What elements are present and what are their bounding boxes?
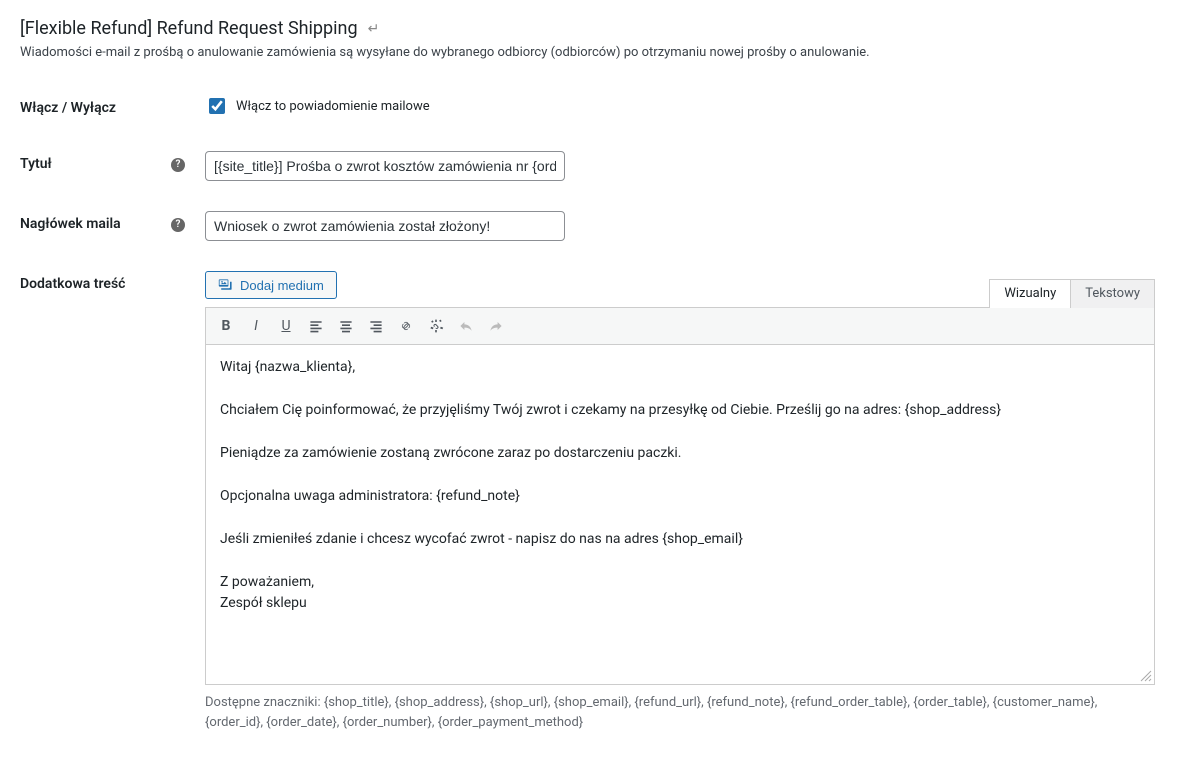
back-link-icon[interactable]: ↵ bbox=[368, 21, 380, 37]
tab-text[interactable]: Tekstowy bbox=[1070, 280, 1154, 308]
resize-handle-icon[interactable] bbox=[1140, 670, 1152, 682]
undo-button[interactable] bbox=[454, 314, 478, 338]
available-tokens: Dostępne znaczniki: {shop_title}, {shop_… bbox=[205, 693, 1155, 732]
tab-visual[interactable]: Wizualny bbox=[990, 280, 1070, 308]
editor-toolbar: B I U bbox=[205, 307, 1155, 345]
help-icon[interactable]: ? bbox=[171, 158, 185, 172]
editor-p2: Chciałem Cię poinformować, że przyjęliśm… bbox=[220, 400, 1140, 421]
align-right-button[interactable] bbox=[364, 314, 388, 338]
enable-checkbox[interactable] bbox=[209, 98, 225, 114]
page-title-text: [Flexible Refund] Refund Request Shippin… bbox=[20, 18, 358, 39]
redo-button[interactable] bbox=[484, 314, 508, 338]
media-icon bbox=[218, 277, 234, 293]
editor-p5: Jeśli zmieniłeś zdanie i chcesz wycofać … bbox=[220, 529, 1140, 550]
unlink-button[interactable] bbox=[424, 314, 448, 338]
editor-wrap: Dodaj medium Wizualny Tekstowy B I U bbox=[205, 271, 1155, 732]
heading-label: Nagłówek maila bbox=[20, 216, 121, 232]
page-title: [Flexible Refund] Refund Request Shippin… bbox=[20, 18, 1165, 39]
editor-content[interactable]: Witaj {nazwa_klienta}, Chciałem Cię poin… bbox=[205, 345, 1155, 685]
align-center-button[interactable] bbox=[334, 314, 358, 338]
editor-p4: Opcjonalna uwaga administratora: {refund… bbox=[220, 486, 1140, 507]
underline-button[interactable]: U bbox=[274, 314, 298, 338]
italic-button[interactable]: I bbox=[244, 314, 268, 338]
editor-p6a: Z poważaniem, bbox=[220, 574, 314, 590]
content-label: Dodatkowa treść bbox=[20, 256, 195, 747]
align-left-button[interactable] bbox=[304, 314, 328, 338]
editor-p6b: Zespół sklepu bbox=[220, 595, 307, 611]
editor-tabs: Wizualny Tekstowy bbox=[989, 279, 1155, 308]
add-media-button[interactable]: Dodaj medium bbox=[205, 271, 337, 299]
bold-button[interactable]: B bbox=[214, 314, 238, 338]
editor-p1: Witaj {nazwa_klienta}, bbox=[220, 357, 1140, 378]
link-button[interactable] bbox=[394, 314, 418, 338]
enable-checkbox-row[interactable]: Włącz to powiadomienie mailowe bbox=[205, 95, 1155, 117]
heading-input[interactable] bbox=[205, 211, 565, 241]
add-media-label: Dodaj medium bbox=[240, 278, 324, 293]
page-description: Wiadomości e-mail z prośbą o anulowanie … bbox=[20, 45, 1165, 60]
subject-label: Tytuł bbox=[20, 156, 52, 172]
help-icon[interactable]: ? bbox=[171, 218, 185, 232]
settings-form: Włącz / Wyłącz Włącz to powiadomienie ma… bbox=[20, 80, 1165, 747]
enable-label: Włącz / Wyłącz bbox=[20, 80, 195, 136]
editor-p3: Pieniądze za zamówienie zostaną zwrócone… bbox=[220, 443, 1140, 464]
enable-checkbox-label: Włącz to powiadomienie mailowe bbox=[236, 99, 430, 114]
subject-input[interactable] bbox=[205, 151, 565, 181]
